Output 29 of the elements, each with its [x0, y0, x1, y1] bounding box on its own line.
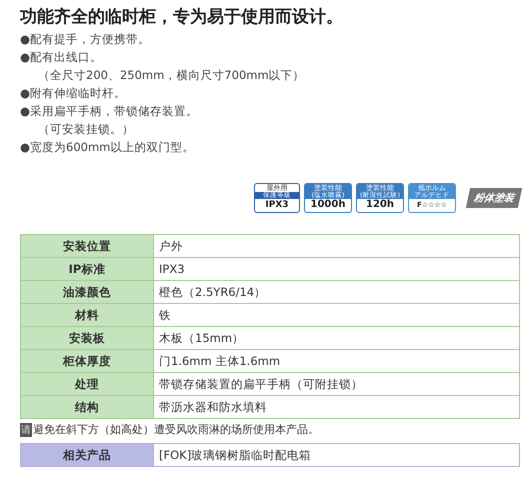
spec-label: 柜体厚度 [20, 350, 154, 372]
spec-label: IP标准 [20, 258, 154, 280]
spec-label: 结构 [20, 396, 154, 418]
coating-stamp: 粉体塗装 [466, 188, 522, 208]
related-value: [FOK]玻璃钢树脂临时配电箱 [154, 444, 520, 466]
spec-label: 安装板 [20, 326, 154, 350]
notice-text: 避免在斜下方（如高处）遭受风吹雨淋的场所使用本产品。 [33, 422, 319, 437]
spec-value: IPX3 [154, 258, 520, 280]
feature-bullet: ●配有提手，方便携带。 [20, 31, 152, 48]
feature-bullet: ●宽度为600mm以上的双门型。 [20, 139, 196, 156]
spec-label: 油漆颜色 [20, 280, 154, 304]
notice-mark: 请 [20, 422, 32, 436]
spec-label: 处理 [20, 372, 154, 396]
spec-value: 门1.6mm 主体1.6mm [154, 350, 520, 372]
spec-value: 带锁存储装置的扁平手柄（可附挂锁） [154, 372, 520, 396]
spec-label: 安装位置 [20, 234, 154, 258]
feature-note: （可安装挂锁。） [37, 121, 135, 138]
spec-value: 铁 [154, 304, 520, 326]
spec-value: 带沥水器和防水填料 [154, 396, 520, 418]
feature-note: （全尺寸200、250mm，横向尺寸700mm以下） [37, 67, 306, 84]
feature-bullet: ●附有伸缩临时杆。 [20, 85, 128, 102]
feature-bullet: ●采用扁平手柄，带锁储存装置。 [20, 103, 200, 120]
related-label: 相关产品 [20, 444, 154, 466]
feature-bullet: ●配有出线口。 [20, 49, 104, 66]
spec-value: 橙色（2.5YR6/14） [154, 280, 520, 304]
spec-value: 木板（15mm） [154, 326, 520, 350]
product-title: 功能齐全的临时柜，专为易于使用而设计。 [20, 6, 344, 28]
spec-label: 材料 [20, 304, 154, 326]
spec-value: 户外 [154, 234, 520, 258]
